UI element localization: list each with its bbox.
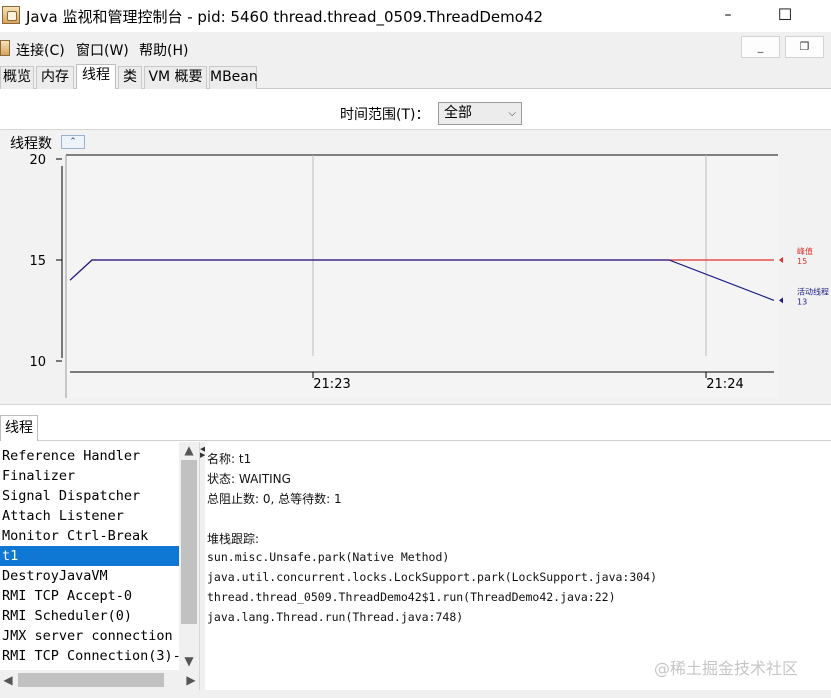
- thread-list-item[interactable]: RMI TCP Accept-0: [0, 586, 179, 606]
- vertical-scroll-thumb[interactable]: [181, 460, 197, 624]
- thread-state: 状态: WAITING: [207, 472, 291, 486]
- thread-count-chart: 21:23 21:24101520峰值15活动线程13: [29, 153, 829, 398]
- thread-list-item[interactable]: Finalizer: [0, 466, 179, 486]
- x-tick-label: 21:23: [313, 377, 350, 392]
- window-title: Java 监视和管理控制台 - pid: 5460 thread.thread_…: [26, 8, 544, 26]
- minimize-button[interactable]: –: [716, 4, 740, 26]
- y-tick-label: 10: [29, 355, 46, 370]
- title-bar: Java 监视和管理控制台 - pid: 5460 thread.thread_…: [0, 0, 831, 32]
- stack-frame: java.lang.Thread.run(Thread.java:748): [207, 610, 464, 624]
- menu-bar: 连接(C) 窗口(W) 帮助(H): [0, 34, 831, 62]
- stack-trace-header: 堆栈跟踪:: [207, 532, 260, 546]
- chart-title: 线程数: [10, 136, 52, 152]
- thread-count-chart-panel: 21:23 21:24 10 15 20 峰值 15 活动线程 13 线程数 ⌃: [0, 129, 831, 405]
- plot-background: [66, 155, 778, 398]
- window-menu-icon[interactable]: [0, 40, 10, 56]
- threads-section-header: 线程: [0, 415, 831, 441]
- scroll-up-icon[interactable]: ▲: [179, 442, 199, 459]
- tab-threads[interactable]: 线程: [76, 64, 116, 90]
- time-range-label: 时间范围(T)：: [340, 107, 430, 123]
- scroll-down-icon[interactable]: ▼: [179, 653, 199, 670]
- collapse-chart-icon[interactable]: ⌃: [61, 135, 85, 149]
- bottom-status-strip: [0, 690, 831, 698]
- main-tab-bar: 概览 内存 线程 类 VM 概要 MBean: [0, 64, 831, 90]
- series-marker: [779, 297, 783, 304]
- menu-window[interactable]: 窗口(W): [76, 40, 129, 60]
- thread-list-item-selected[interactable]: t1: [0, 546, 179, 566]
- tab-vm-summary[interactable]: VM 概要: [144, 66, 207, 89]
- legend-series-name: 活动线程: [797, 286, 829, 296]
- thread-counts: 总阻止数: 0, 总等待数: 1: [207, 492, 342, 506]
- thread-list-horizontal-scrollbar[interactable]: ◀ ▶: [0, 670, 199, 690]
- thread-list-item[interactable]: RMI Scheduler(0): [0, 606, 179, 626]
- thread-details-panel: 名称: t1 状态: WAITING 总阻止数: 0, 总等待数: 1 堆栈跟踪…: [205, 442, 831, 690]
- menu-help[interactable]: 帮助(H): [139, 40, 188, 60]
- tab-overview[interactable]: 概览: [0, 66, 34, 89]
- thread-list-item[interactable]: Attach Listener: [0, 506, 179, 526]
- stack-frame: thread.thread_0509.ThreadDemo42$1.run(Th…: [207, 590, 616, 604]
- tab-memory[interactable]: 内存: [36, 66, 74, 89]
- thread-list-item[interactable]: JMX server connection: [0, 626, 179, 646]
- watermark-text: @稀土掘金技术社区: [654, 659, 799, 678]
- time-range-select[interactable]: 全部 ⌵: [438, 102, 522, 125]
- thread-list-item[interactable]: RMI TCP Connection(3)-: [0, 646, 179, 666]
- x-tick-label: 21:24: [706, 377, 743, 392]
- time-range-value: 全部: [444, 105, 472, 121]
- thread-list-item[interactable]: Signal Dispatcher: [0, 486, 179, 506]
- java-app-icon: [2, 6, 20, 24]
- threads-tab-content: 时间范围(T)： 全部 ⌵ 21:23 21:24 10 15 20 峰值 15 活动线程 13…: [0, 89, 831, 698]
- thread-list-item[interactable]: Monitor Ctrl-Break: [0, 526, 179, 546]
- stack-frame: java.util.concurrent.locks.LockSupport.p…: [207, 570, 658, 584]
- chevron-down-icon: ⌵: [508, 108, 516, 119]
- tab-classes[interactable]: 类: [118, 66, 142, 89]
- threads-list-tab[interactable]: 线程: [0, 415, 38, 441]
- series-marker: [779, 257, 783, 263]
- scroll-right-icon[interactable]: ▶: [183, 670, 199, 690]
- thread-list-vertical-scrollbar[interactable]: ▲ ▼: [179, 442, 199, 670]
- stack-frame: sun.misc.Unsafe.park(Native Method): [207, 550, 450, 564]
- legend-series-value: 15: [797, 257, 807, 266]
- internal-minimize-button[interactable]: _: [741, 36, 780, 58]
- thread-list-item[interactable]: DestroyJavaVM: [0, 566, 179, 586]
- internal-restore-button[interactable]: ❐: [785, 36, 824, 58]
- y-tick-label: 20: [29, 153, 46, 168]
- menu-connection[interactable]: 连接(C): [16, 40, 65, 60]
- scroll-left-icon[interactable]: ◀: [0, 670, 16, 690]
- tab-mbean[interactable]: MBean: [209, 66, 258, 89]
- thread-list[interactable]: Reference Handler Finalizer Signal Dispa…: [0, 442, 179, 670]
- time-range-row: 时间范围(T)： 全部 ⌵: [0, 101, 831, 125]
- thread-list-item[interactable]: Reference Handler: [0, 446, 179, 466]
- horizontal-scroll-thumb[interactable]: [18, 673, 164, 687]
- legend-series-name: 峰值: [797, 246, 813, 256]
- legend-series-value: 13: [797, 297, 807, 306]
- y-tick-label: 15: [29, 254, 46, 269]
- maximize-button[interactable]: ☐: [773, 4, 797, 26]
- thread-name: 名称: t1: [207, 452, 252, 466]
